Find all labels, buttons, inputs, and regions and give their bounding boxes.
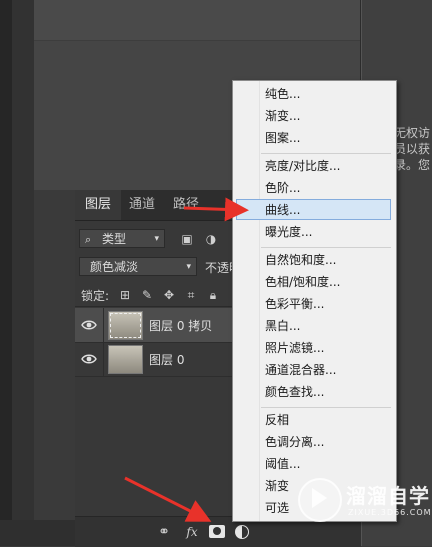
mask-icon[interactable] (209, 525, 225, 538)
lock-artboard-icon[interactable]: ⌗ (183, 287, 199, 303)
menu-item-black-white[interactable]: 黑白... (265, 316, 300, 336)
lock-label: 锁定: (81, 289, 110, 303)
blend-mode-select[interactable]: 颜色减淡 ▾ (79, 257, 197, 276)
menu-highlight (236, 199, 391, 220)
side-text-line-3: 录。您 (394, 158, 431, 172)
menu-separator (261, 247, 391, 248)
menu-icon-gutter (233, 81, 260, 521)
side-text-line-2: 员以获 (394, 142, 431, 156)
menu-item-exposure[interactable]: 曝光度... (265, 222, 312, 242)
side-text-line-1: 无权访 (394, 126, 431, 140)
menu-separator (261, 407, 391, 408)
play-triangle-icon (312, 488, 327, 508)
canvas-top-region (34, 0, 360, 41)
lock-all-icon[interactable]: 🔒︎ (205, 287, 221, 303)
menu-item-color-balance[interactable]: 色彩平衡... (265, 294, 324, 314)
adjustment-filter-icon[interactable]: ◑ (203, 231, 219, 247)
layer-thumbnail (108, 311, 143, 340)
menu-item-selective-color[interactable]: 可选 (265, 498, 289, 518)
chevron-down-icon: ▾ (154, 234, 159, 244)
menu-item-gradient[interactable]: 渐变... (265, 106, 300, 126)
left-toolbar-edge (0, 0, 12, 546)
lock-move-icon[interactable]: ✥ (161, 287, 177, 303)
adjustment-icon[interactable] (235, 525, 249, 539)
menu-item-vibrance[interactable]: 自然饱和度... (265, 250, 336, 270)
lock-paint-brush-icon[interactable]: ✎ (139, 287, 155, 303)
menu-item-color-lookup[interactable]: 颜色查找... (265, 382, 324, 402)
adjustment-layer-menu: 纯色... 渐变... 图案... 亮度/对比度... 色阶... 曲线... … (232, 80, 397, 522)
eye-icon[interactable] (81, 317, 97, 333)
search-icon: ⌕ (85, 233, 92, 246)
left-toolbar (12, 0, 34, 546)
tab-channels[interactable]: 通道 (119, 190, 165, 220)
layer-name: 图层 0 (149, 353, 185, 367)
layer-name: 图层 0 拷贝 (149, 319, 213, 333)
filter-kind-select[interactable]: 类型 ⌕ ▾ (79, 229, 165, 248)
menu-item-brightness-contrast[interactable]: 亮度/对比度... (265, 156, 341, 176)
chevron-down-icon: ▾ (186, 262, 191, 272)
watermark: 溜溜自学 ZIXUE.3D66.COM (290, 470, 432, 530)
watermark-title: 溜溜自学 (346, 484, 430, 508)
blend-mode-label: 颜色减淡 (90, 260, 139, 274)
menu-item-channel-mixer[interactable]: 通道混合器... (265, 360, 336, 380)
menu-item-curves[interactable]: 曲线... (265, 200, 300, 220)
watermark-subtitle: ZIXUE.3D66.COM (348, 508, 432, 517)
menu-item-posterize[interactable]: 色调分离... (265, 432, 324, 452)
menu-item-photo-filter[interactable]: 照片滤镜... (265, 338, 324, 358)
link-icon[interactable]: ⚭ (155, 524, 173, 540)
menu-item-invert[interactable]: 反相 (265, 410, 289, 430)
image-filter-icon[interactable]: ▣ (179, 231, 195, 247)
menu-item-pattern[interactable]: 图案... (265, 128, 300, 148)
bottom-left-strip (0, 520, 75, 546)
menu-item-hue-saturation[interactable]: 色相/饱和度... (265, 272, 341, 292)
tab-paths[interactable]: 路径 (163, 190, 209, 220)
menu-item-gradient-map[interactable]: 渐变 (265, 476, 289, 496)
menu-item-solid-color[interactable]: 纯色... (265, 84, 300, 104)
lock-transparent-icon[interactable]: ⊞ (117, 287, 133, 303)
tab-layers[interactable]: 图层 (75, 190, 122, 220)
menu-separator (261, 153, 391, 154)
layer-thumbnail (108, 345, 143, 374)
eye-icon[interactable] (81, 351, 97, 367)
fx-button[interactable]: fx (183, 524, 201, 540)
filter-kind-label: 类型 (102, 232, 127, 246)
menu-item-levels[interactable]: 色阶... (265, 178, 300, 198)
